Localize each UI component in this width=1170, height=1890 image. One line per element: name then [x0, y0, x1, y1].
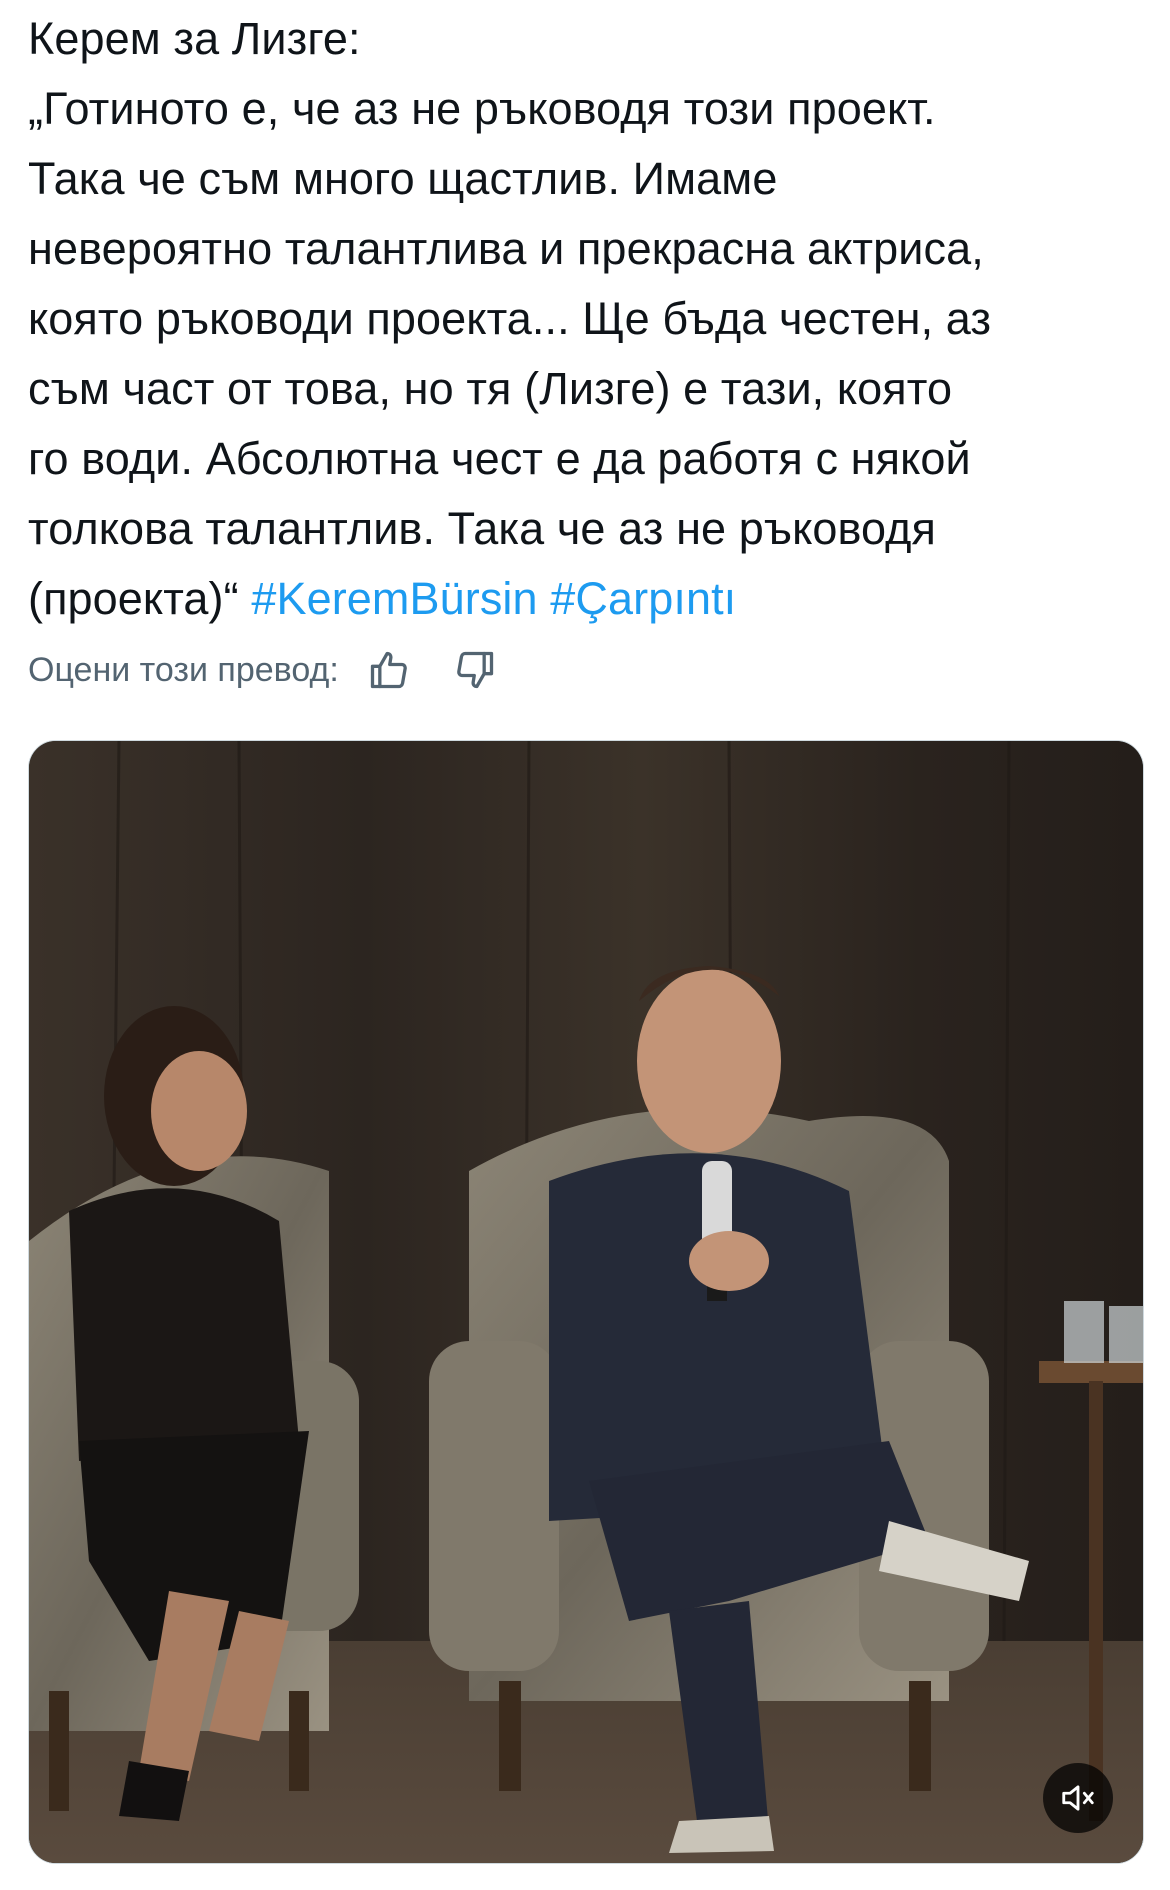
translation-rating: Оцени този превод:	[28, 640, 537, 700]
thumbs-down-icon	[456, 651, 493, 689]
thumbs-up-button[interactable]	[365, 646, 413, 694]
tweet-line: Така че съм много щастлив. Имаме	[28, 153, 778, 204]
tweet-line: Керем за Лизге:	[28, 13, 361, 64]
tweet-line: съм част от това, но тя (Лизге) е тази, …	[28, 363, 953, 414]
tweet-last-line: (проекта)“ #KeremBürsin #Çarpıntı	[28, 564, 1148, 634]
hashtag-link[interactable]: #KeremBürsin	[251, 573, 537, 624]
hashtag-link[interactable]: #Çarpıntı	[550, 573, 736, 624]
tweet-line: която ръководи проекта... Ще бъда честен…	[28, 293, 992, 344]
tweet-line: толкова талантлив. Така че аз не ръковод…	[28, 503, 936, 554]
tweet-line: го води. Абсолютна чест е да работя с ня…	[28, 433, 971, 484]
tweet-line: „Готиното е, че аз не ръководя този прое…	[28, 83, 936, 134]
thumbs-up-icon	[370, 651, 407, 689]
tweet-text: Керем за Лизге: „Готиното е, че аз не ръ…	[28, 4, 1148, 634]
thumbs-down-button[interactable]	[451, 646, 499, 694]
video-frame	[29, 741, 1143, 1863]
tweet-line: невероятно талантлива и прекрасна актрис…	[28, 223, 984, 274]
video-player[interactable]	[28, 740, 1144, 1864]
translation-rating-label: Оцени този превод:	[28, 650, 339, 689]
volume-muted-icon	[1062, 1785, 1094, 1811]
tweet-line-end: (проекта)“	[28, 573, 239, 624]
mute-toggle-button[interactable]	[1043, 1763, 1113, 1833]
